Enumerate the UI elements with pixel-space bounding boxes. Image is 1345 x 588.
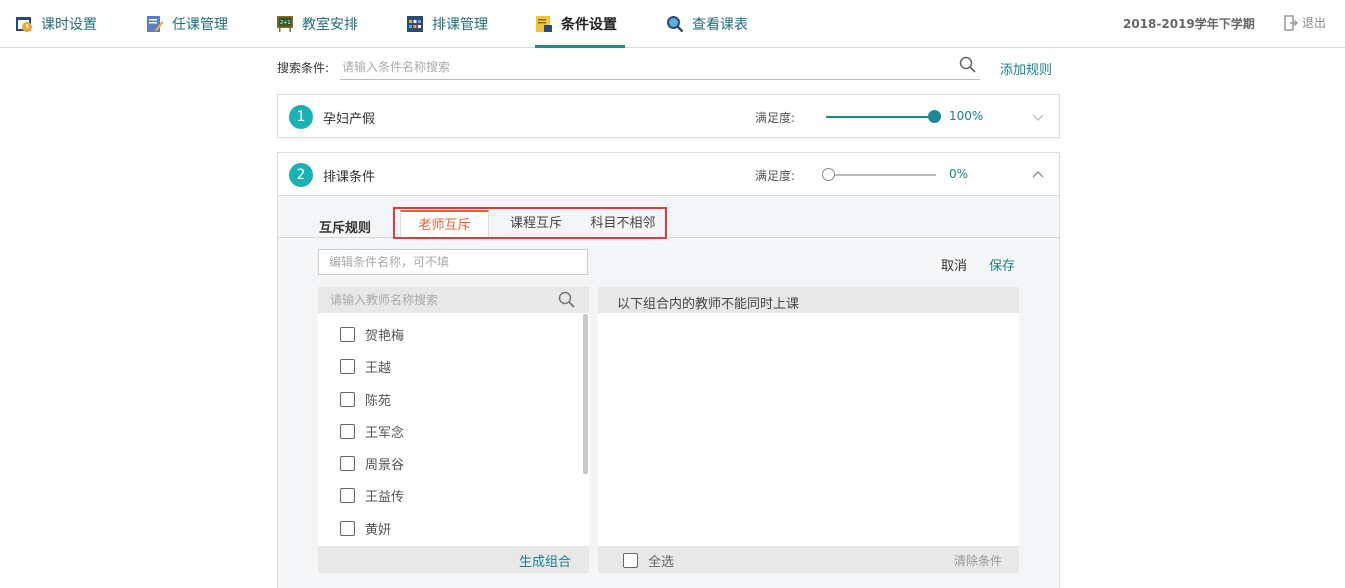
- search-label: 搜索条件:: [277, 61, 330, 75]
- nav-item-view-timetable[interactable]: 查看课表: [666, 0, 748, 47]
- teacher-name: 贺艳梅: [365, 328, 405, 344]
- teacher-list-item[interactable]: 陈苑: [340, 389, 391, 409]
- teacher-search-bar: [318, 287, 589, 313]
- checkbox[interactable]: [340, 455, 355, 471]
- combination-panel: 以下组合内的教师不能同时上课 全选 清除条件: [598, 287, 1019, 573]
- teacher-list-item[interactable]: 王越: [340, 356, 391, 376]
- checkbox[interactable]: [340, 423, 355, 439]
- top-nav: 课时设置 任课管理 2+1 教室安排 排课管理 条件设置 查看课表 2018-2…: [0, 0, 1345, 48]
- condition-search-input[interactable]: [340, 55, 980, 80]
- mutex-rules-heading: 互斥规则: [319, 221, 372, 236]
- checkbox[interactable]: [623, 553, 638, 568]
- svg-text:2+1: 2+1: [280, 20, 291, 26]
- teacher-list-panel: 贺艳梅 王越 陈苑 王军念 周景谷 王益传 黄妍 生成组合: [318, 287, 589, 573]
- nav-item-scheduling[interactable]: 排课管理: [406, 0, 488, 47]
- satisfaction-slider[interactable]: [826, 110, 941, 123]
- teacher-name: 黄妍: [365, 522, 392, 538]
- nav-item-classroom[interactable]: 2+1 教室安排: [276, 0, 358, 47]
- checkbox[interactable]: [340, 326, 355, 342]
- pencil-doc-icon: [146, 15, 164, 33]
- nav-label: 条件设置: [561, 16, 617, 33]
- slider-fill: [826, 116, 934, 118]
- teacher-search-input[interactable]: [318, 287, 558, 313]
- condition-name-input[interactable]: [318, 249, 588, 275]
- checkbox[interactable]: [340, 487, 355, 503]
- combination-header-text: 以下组合内的教师不能同时上课: [617, 297, 800, 312]
- rule-number-badge: 1: [289, 105, 313, 129]
- save-button[interactable]: 保存: [989, 255, 1015, 274]
- cancel-button[interactable]: 取消: [941, 255, 967, 274]
- teacher-list-item[interactable]: 周景谷: [340, 453, 404, 473]
- rule-editor: 互斥规则 老师互斥 课程互斥 科目不相邻 取消 保存 贺艳梅 王越 陈苑: [277, 196, 1061, 588]
- chevron-down-icon[interactable]: [1030, 109, 1046, 125]
- nav-item-teaching-assignment[interactable]: 任课管理: [146, 0, 228, 47]
- schedule-grid-icon: [406, 15, 424, 33]
- condition-doc-icon: [535, 15, 553, 33]
- satisfaction-slider[interactable]: [822, 168, 936, 181]
- combination-header: 以下组合内的教师不能同时上课: [598, 287, 1019, 313]
- nav-label: 教室安排: [302, 16, 358, 33]
- tabs-highlight-box: [393, 207, 667, 239]
- blackboard-icon: 2+1: [276, 15, 294, 33]
- clock-calendar-icon: [15, 15, 33, 33]
- teacher-name: 陈苑: [365, 393, 392, 409]
- satisfaction-label: 满足度:: [755, 169, 796, 183]
- logout-label: 退出: [1302, 16, 1327, 30]
- satisfaction-label: 满足度:: [755, 111, 796, 125]
- add-rule-button[interactable]: 添加规则: [1000, 59, 1052, 78]
- rule-title: 孕妇产假: [323, 112, 376, 127]
- checkbox[interactable]: [340, 520, 355, 536]
- slider-thumb[interactable]: [928, 110, 941, 123]
- clear-conditions-button[interactable]: 清除条件: [954, 552, 1002, 569]
- teacher-name: 王益传: [365, 489, 405, 505]
- generate-combination-button[interactable]: 生成组合: [519, 551, 571, 570]
- logout-icon: [1284, 14, 1299, 31]
- teacher-name: 王军念: [365, 425, 405, 441]
- nav-item-class-hours[interactable]: 课时设置: [15, 0, 97, 47]
- slider-thumb[interactable]: [822, 168, 835, 181]
- rule-panel-1[interactable]: 1 孕妇产假 满足度: 100%: [277, 94, 1060, 138]
- tabs-row: 互斥规则 老师互斥 课程互斥 科目不相邻: [278, 196, 1061, 239]
- nav-label: 排课管理: [432, 16, 488, 33]
- teacher-list-item[interactable]: 王益传: [340, 485, 404, 505]
- magnifier-icon: [666, 15, 684, 33]
- rule-title: 排课条件: [323, 170, 376, 185]
- select-all-label: 全选: [648, 555, 675, 570]
- chevron-up-icon[interactable]: [1030, 167, 1046, 183]
- nav-label: 查看课表: [692, 16, 748, 33]
- term-label: 2018-2019学年下学期: [1123, 17, 1255, 31]
- checkbox[interactable]: [340, 358, 355, 374]
- rule-number-badge: 2: [289, 163, 313, 187]
- satisfaction-value: 0%: [949, 167, 969, 181]
- satisfaction-value: 100%: [949, 109, 984, 123]
- select-all-checkbox[interactable]: 全选: [623, 551, 674, 570]
- scrollbar[interactable]: [583, 314, 588, 474]
- search-icon[interactable]: [959, 56, 977, 74]
- checkbox[interactable]: [340, 391, 355, 407]
- teacher-name: 周景谷: [365, 457, 405, 473]
- teacher-list-item[interactable]: 贺艳梅: [340, 324, 404, 344]
- search-icon[interactable]: [558, 291, 576, 309]
- teacher-name: 王越: [365, 360, 392, 376]
- logout-button[interactable]: 退出: [1284, 14, 1326, 31]
- nav-label: 课时设置: [41, 16, 97, 33]
- teacher-list-footer: 生成组合: [318, 546, 589, 573]
- nav-item-conditions[interactable]: 条件设置: [535, 0, 625, 48]
- nav-label: 任课管理: [172, 16, 228, 33]
- teacher-list-item[interactable]: 黄妍: [340, 518, 391, 538]
- teacher-list-item[interactable]: 王军念: [340, 421, 404, 441]
- combination-footer: 全选 清除条件: [598, 546, 1019, 573]
- rule-panel-2[interactable]: 2 排课条件 满足度: 0%: [277, 152, 1060, 196]
